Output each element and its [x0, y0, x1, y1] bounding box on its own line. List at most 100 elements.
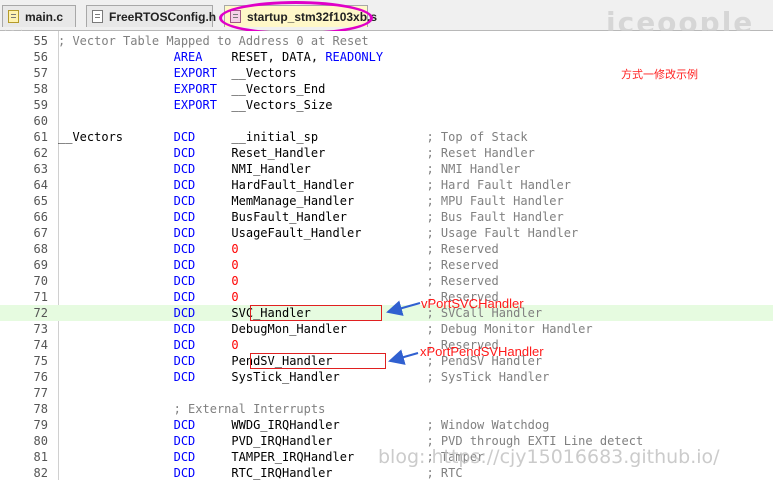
- code-line[interactable]: 77: [0, 385, 773, 401]
- c-file-icon: [8, 10, 19, 23]
- code-text: DCD BusFault_Handler ; Bus Fault Handler: [58, 209, 564, 225]
- code-token: ; Bus Fault Handler: [426, 210, 564, 224]
- code-line[interactable]: 75 DCD PendSV_Handler ; PendSV Handler: [0, 353, 773, 369]
- code-text: ; External Interrupts: [58, 401, 326, 417]
- code-line[interactable]: 72 DCD SVC_Handler ; SVCall Handler: [0, 305, 773, 321]
- code-line[interactable]: 76 DCD SysTick_Handler ; SysTick Handler: [0, 369, 773, 385]
- code-text: EXPORT __Vectors_Size: [58, 97, 333, 113]
- code-token: DCD: [173, 130, 232, 144]
- code-token: DebugMon_Handler: [231, 322, 427, 336]
- code-line[interactable]: 67 DCD UsageFault_Handler ; Usage Fault …: [0, 225, 773, 241]
- watermark-blog-url: blog: https://cjy15016683.github.io/: [378, 446, 720, 468]
- code-text: __Vectors DCD __initial_sp ; Top of Stac…: [58, 129, 528, 145]
- line-number: 80: [33, 434, 48, 448]
- code-line[interactable]: 65 DCD MemManage_Handler ; MPU Fault Han…: [0, 193, 773, 209]
- code-line[interactable]: 59 EXPORT __Vectors_Size: [0, 97, 773, 113]
- code-token: ; SysTick Handler: [426, 370, 550, 384]
- code-token: 0: [231, 338, 427, 352]
- line-number: 65: [33, 194, 48, 208]
- code-token: DCD: [58, 418, 232, 432]
- code-token: __Vectors_Size: [231, 98, 333, 112]
- line-number: 79: [33, 418, 48, 432]
- code-line[interactable]: 64 DCD HardFault_Handler ; Hard Fault Ha…: [0, 177, 773, 193]
- code-line[interactable]: 62 DCD Reset_Handler ; Reset Handler: [0, 145, 773, 161]
- code-token: ; Reserved: [426, 274, 499, 288]
- code-token: ; Reserved: [426, 242, 499, 256]
- code-text: DCD 0 ; Reserved: [58, 273, 499, 289]
- code-token: DCD: [58, 194, 232, 208]
- line-number: 67: [33, 226, 48, 240]
- code-line[interactable]: 68 DCD 0 ; Reserved: [0, 241, 773, 257]
- code-line[interactable]: 69 DCD 0 ; Reserved: [0, 257, 773, 273]
- code-line[interactable]: 56 AREA RESET, DATA, READONLY: [0, 49, 773, 65]
- code-token: __Vectors_End: [231, 82, 326, 96]
- code-token: ; Vector Table Mapped to Address 0 at Re…: [58, 34, 369, 48]
- tab-freertosconfig-h[interactable]: FreeRTOSConfig.h: [86, 5, 216, 27]
- header-file-icon: [92, 10, 103, 23]
- code-token: BusFault_Handler: [231, 210, 427, 224]
- pendsv-handler-box: [250, 353, 386, 369]
- line-number: 77: [33, 386, 48, 400]
- line-number: 72: [33, 306, 48, 320]
- code-token: ; Hard Fault Handler: [426, 178, 571, 192]
- line-number: 58: [33, 82, 48, 96]
- code-line[interactable]: 71 DCD 0 ; Reserved: [0, 289, 773, 305]
- code-token: EXPORT: [58, 98, 232, 112]
- code-line[interactable]: 70 DCD 0 ; Reserved: [0, 273, 773, 289]
- code-token: DCD: [58, 434, 232, 448]
- code-line[interactable]: 61 __Vectors DCD __initial_sp ; Top of St…: [0, 129, 773, 145]
- code-text: EXPORT __Vectors_End: [58, 81, 326, 97]
- xportpendsvhandler-label: xPortPendSVHandler: [420, 344, 544, 359]
- line-number: 61: [33, 130, 48, 144]
- code-token: ; Top of Stack: [426, 130, 528, 144]
- code-token: DCD: [58, 178, 232, 192]
- line-number: 56: [33, 50, 48, 64]
- tab-main-c[interactable]: main.c: [2, 5, 76, 27]
- line-number: 57: [33, 66, 48, 80]
- line-number: 60: [33, 114, 48, 128]
- code-token: DCD: [58, 258, 232, 272]
- code-token: ; NMI Handler: [426, 162, 521, 176]
- code-token: HardFault_Handler: [231, 178, 427, 192]
- code-token: ; External Interrupts: [58, 402, 326, 416]
- code-token: DCD: [58, 290, 232, 304]
- code-line[interactable]: 58 EXPORT __Vectors_End: [0, 81, 773, 97]
- code-token: NMI_Handler: [231, 162, 427, 176]
- code-token: AREA: [58, 50, 232, 64]
- code-text: DCD Reset_Handler ; Reset Handler: [58, 145, 535, 161]
- code-token: 0: [231, 258, 427, 272]
- code-text: AREA RESET, DATA, READONLY: [58, 49, 384, 65]
- vportsvchandler-label: vPortSVCHandler: [421, 296, 524, 311]
- code-line[interactable]: 73 DCD DebugMon_Handler ; Debug Monitor …: [0, 321, 773, 337]
- code-text: DCD SysTick_Handler ; SysTick Handler: [58, 369, 550, 385]
- code-token: 0: [231, 290, 427, 304]
- code-line[interactable]: 78 ; External Interrupts: [0, 401, 773, 417]
- code-line[interactable]: 60: [0, 113, 773, 129]
- code-text: DCD HardFault_Handler ; Hard Fault Handl…: [58, 177, 571, 193]
- line-number: 63: [33, 162, 48, 176]
- line-number: 75: [33, 354, 48, 368]
- code-line[interactable]: 66 DCD BusFault_Handler ; Bus Fault Hand…: [0, 209, 773, 225]
- code-token: EXPORT: [58, 66, 232, 80]
- code-token: ; Reserved: [426, 258, 499, 272]
- code-line[interactable]: 79 DCD WWDG_IRQHandler ; Window Watchdog: [0, 417, 773, 433]
- line-number: 69: [33, 258, 48, 272]
- annotation-method-note: 方式一修改示例: [621, 68, 698, 81]
- line-number: 66: [33, 210, 48, 224]
- code-line[interactable]: 55 ; Vector Table Mapped to Address 0 at …: [0, 33, 773, 49]
- code-editor[interactable]: 55 ; Vector Table Mapped to Address 0 at …: [0, 31, 773, 480]
- code-line[interactable]: 74 DCD 0 ; Reserved: [0, 337, 773, 353]
- code-token: 0: [231, 242, 427, 256]
- code-line[interactable]: 63 DCD NMI_Handler ; NMI Handler: [0, 161, 773, 177]
- code-token: ; MPU Fault Handler: [426, 194, 564, 208]
- line-number: 59: [33, 98, 48, 112]
- code-token: DCD: [58, 274, 232, 288]
- code-token: DCD: [58, 146, 232, 160]
- code-token: DCD: [58, 162, 232, 176]
- code-token: READONLY: [325, 50, 384, 64]
- line-number: 71: [33, 290, 48, 304]
- code-token: DCD: [58, 466, 232, 480]
- code-text: EXPORT __Vectors: [58, 65, 297, 81]
- code-text: DCD MemManage_Handler ; MPU Fault Handle…: [58, 193, 564, 209]
- code-token: DCD: [58, 370, 232, 384]
